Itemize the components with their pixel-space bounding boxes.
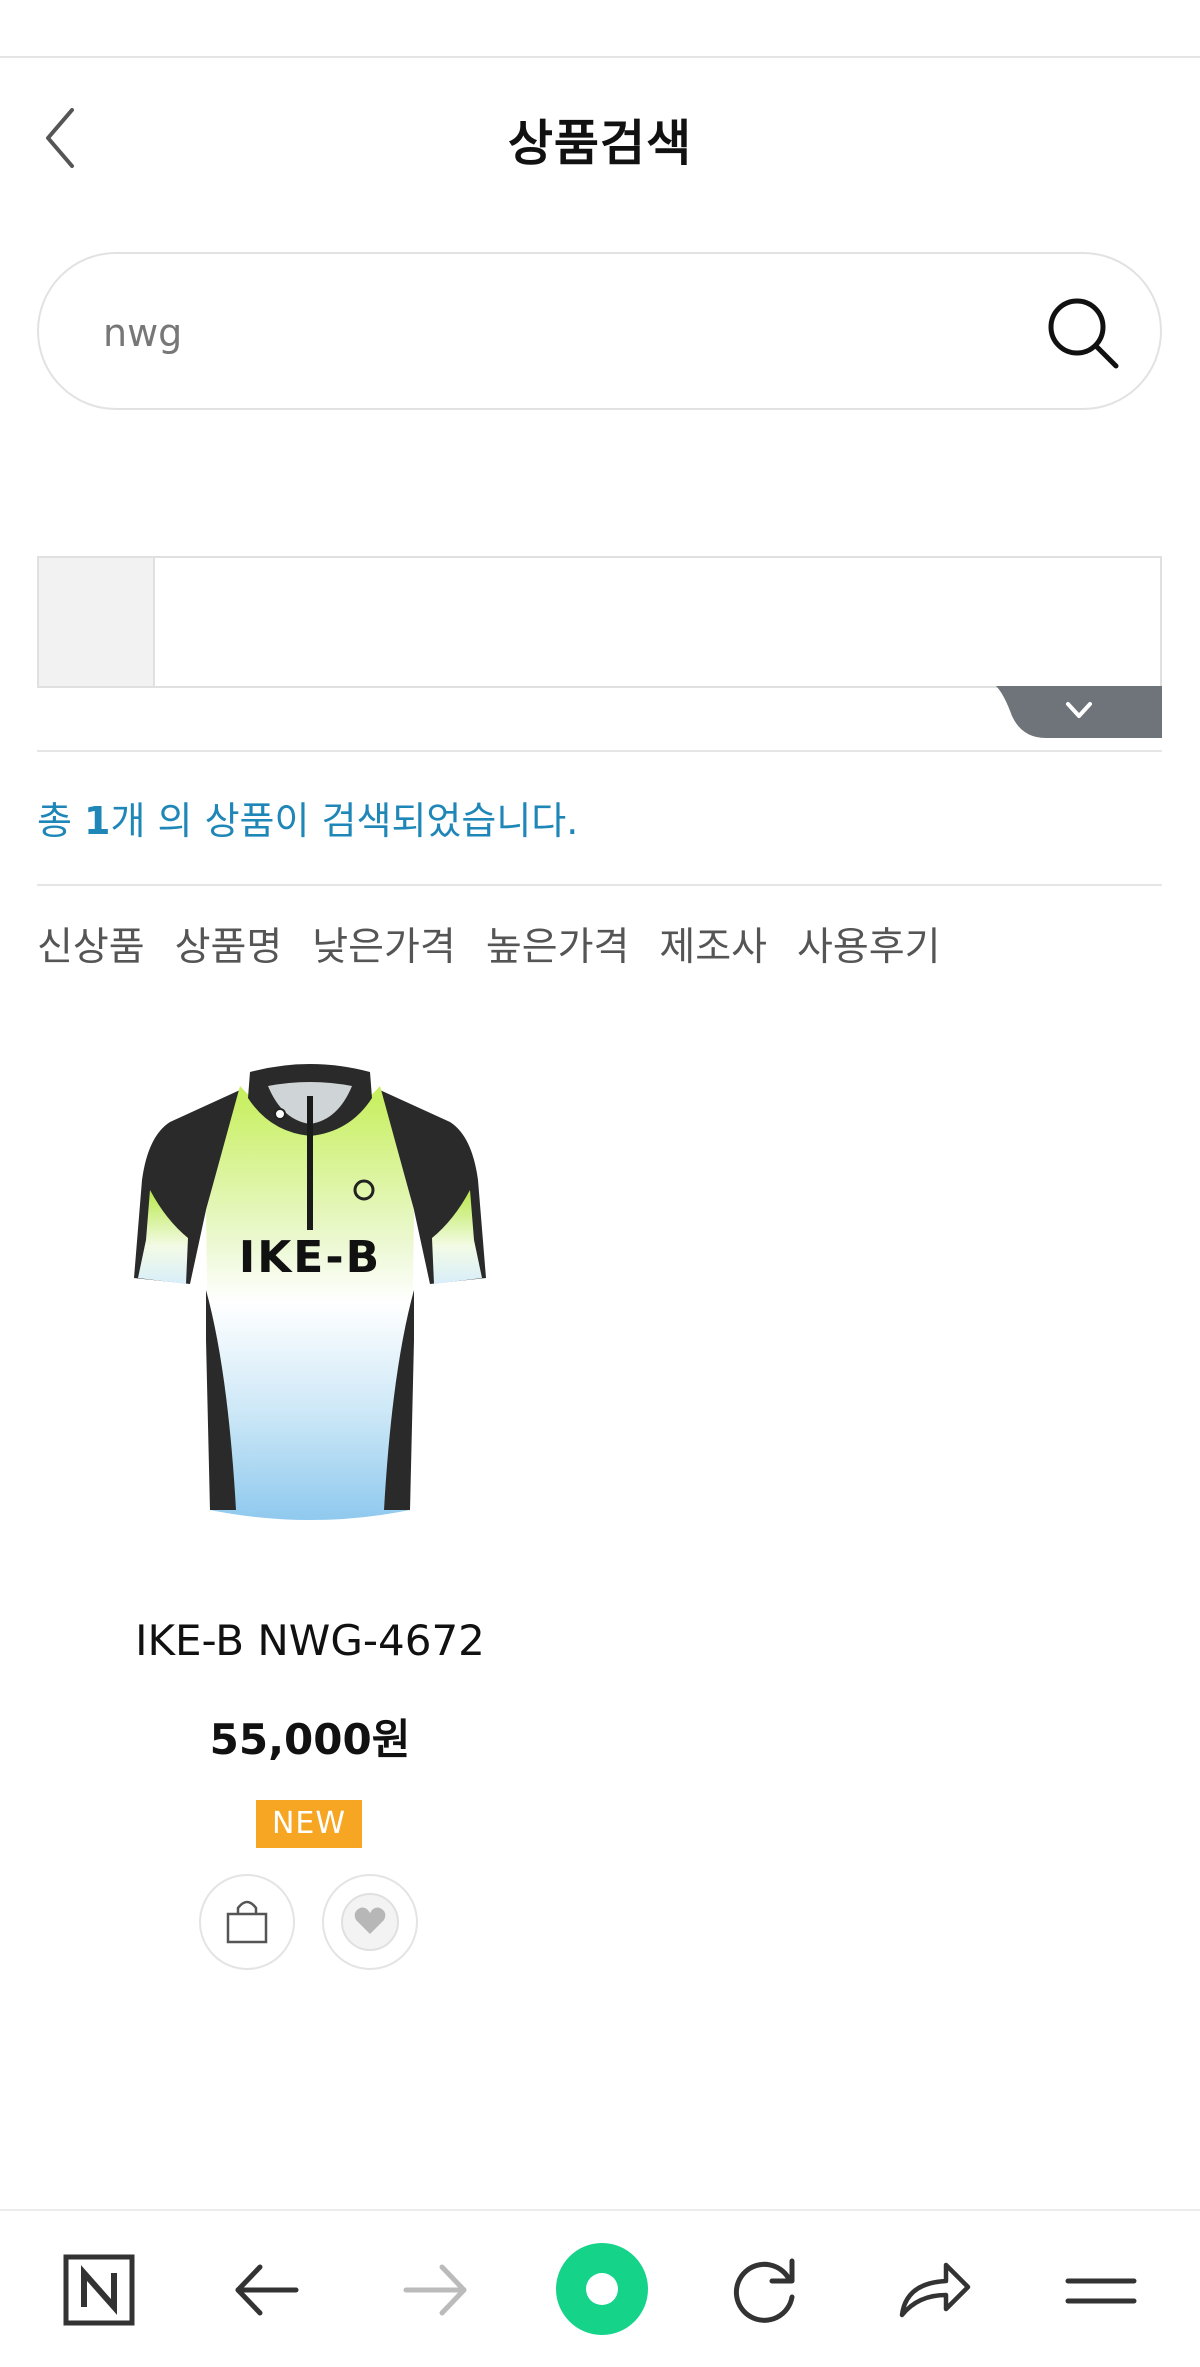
sort-tab-new[interactable]: 신상품	[37, 916, 145, 972]
filter-expand-toggle[interactable]	[996, 686, 1162, 738]
result-count-text: 총 1개 의 상품이 검색되었습니다.	[37, 790, 578, 845]
sort-tab-low-price[interactable]: 낮은가격	[312, 916, 456, 972]
wishlist-button[interactable]	[322, 1874, 418, 1970]
sort-tab-maker[interactable]: 제조사	[659, 916, 767, 972]
divider	[37, 750, 1162, 752]
browser-bottom-bar	[0, 2209, 1200, 2367]
share-icon	[899, 2262, 971, 2318]
result-suffix: 개 의 상품이 검색되었습니다.	[110, 799, 579, 843]
cart-icon	[226, 1900, 268, 1944]
sort-tab-reviews[interactable]: 사용후기	[797, 916, 941, 972]
home-circle-icon	[556, 2243, 648, 2335]
result-count: 1	[84, 799, 111, 843]
product-price: 55,000원	[209, 1715, 411, 1764]
search-button[interactable]	[1044, 294, 1122, 372]
refresh-icon	[733, 2258, 795, 2323]
category-filter[interactable]	[37, 556, 1162, 688]
filter-label-cell	[39, 558, 155, 686]
share-button[interactable]	[888, 2245, 978, 2335]
search-icon	[1048, 298, 1119, 369]
product-image[interactable]: IKE-B	[110, 1040, 510, 1540]
divider	[37, 884, 1162, 886]
new-badge: NEW	[256, 1800, 362, 1848]
add-to-cart-button[interactable]	[199, 1874, 295, 1970]
sort-tab-high-price[interactable]: 높은가격	[486, 916, 630, 972]
menu-icon	[1065, 2278, 1137, 2304]
naver-home-button[interactable]	[54, 2245, 144, 2335]
sort-tabs: 신상품 상품명 낮은가격 높은가격 제조사 사용후기	[37, 916, 971, 972]
browser-back-button[interactable]	[222, 2245, 312, 2335]
status-bar	[0, 0, 1200, 58]
search-box	[37, 252, 1162, 410]
home-button[interactable]	[554, 2241, 650, 2337]
result-prefix: 총	[37, 799, 85, 843]
menu-button[interactable]	[1056, 2245, 1146, 2335]
page-title: 상품검색	[507, 115, 693, 172]
search-input[interactable]	[101, 294, 1005, 372]
sort-tab-name[interactable]: 상품명	[175, 916, 283, 972]
jersey-brand-text: IKE-B	[239, 1232, 381, 1283]
refresh-button[interactable]	[720, 2245, 810, 2335]
browser-forward-button[interactable]	[390, 2245, 480, 2335]
forward-arrow-icon	[403, 2264, 467, 2316]
back-arrow-icon	[235, 2264, 299, 2316]
product-name[interactable]: IKE-B NWG-4672	[60, 1616, 560, 1665]
naver-icon	[63, 2254, 135, 2326]
heart-icon	[341, 1893, 399, 1951]
